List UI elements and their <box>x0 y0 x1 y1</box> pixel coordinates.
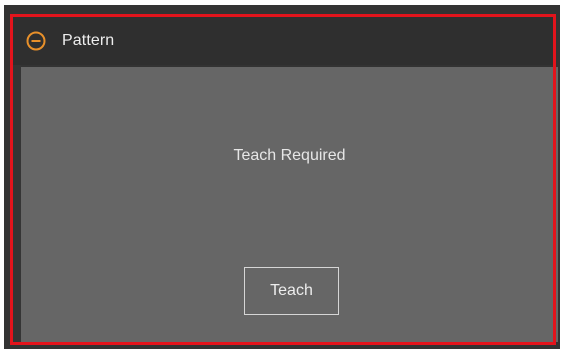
panel-title: Pattern <box>62 32 115 49</box>
screenshot-frame: Pattern Teach Required Teach <box>0 0 565 352</box>
pattern-panel-header[interactable]: Pattern <box>13 17 553 65</box>
minus-circle-icon[interactable] <box>25 30 47 52</box>
pattern-panel-body: Teach Required Teach <box>21 67 558 342</box>
panel-body-edge <box>13 65 21 342</box>
teach-button[interactable]: Teach <box>244 267 339 315</box>
teach-status-text: Teach Required <box>233 147 346 164</box>
